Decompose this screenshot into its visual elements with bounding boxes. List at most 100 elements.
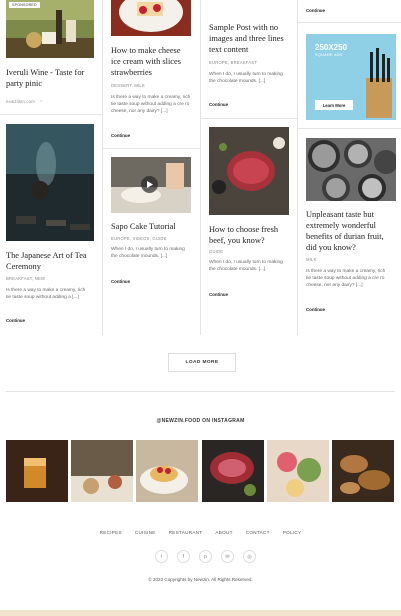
row-divider xyxy=(297,22,401,23)
footer-link-contact[interactable]: CONTACT xyxy=(246,530,270,535)
excerpt-line: cheese, nor any dairy? [...] xyxy=(306,283,363,288)
post-excerpt: When I do, I usually turn to making the … xyxy=(209,259,297,273)
post-meta[interactable]: DESSERT, MILK xyxy=(111,83,145,88)
excerpt-line: When I do, I usually turn to making xyxy=(111,247,185,252)
continue-link[interactable]: Continue xyxy=(6,318,25,323)
post-meta[interactable]: EUROPE, BREAKFAST xyxy=(209,60,257,65)
footer-link-restaurant[interactable]: RESTAURANT xyxy=(169,530,203,535)
post-title[interactable]: Iveruli Wine - Taste for party pinic xyxy=(6,67,100,89)
footer-nav: RECIPES CUISINE RESTAURANT ABOUT CONTACT… xyxy=(0,530,401,535)
instagram-photo[interactable] xyxy=(332,440,394,502)
tart-image xyxy=(136,440,198,502)
knife-block-image xyxy=(366,48,392,118)
post-title-line[interactable]: party pinic xyxy=(6,78,100,89)
continue-link[interactable]: Continue xyxy=(306,307,325,312)
post-title-line[interactable]: How to choose fresh xyxy=(209,224,295,235)
post-image-beef[interactable] xyxy=(209,127,289,215)
row-divider xyxy=(297,128,401,129)
post-title-line[interactable]: Ceremony xyxy=(6,261,100,272)
post-meta[interactable]: EUROPE, VIDEOS, GUIDE xyxy=(111,236,167,241)
instagram-photo[interactable] xyxy=(6,440,68,502)
excerpt-line: tie taste soup without adding a cre ro xyxy=(111,102,190,107)
wine-picnic-image xyxy=(6,0,94,58)
continue-link[interactable]: Continue xyxy=(209,102,228,107)
post-meta[interactable]: BREAKFAST, NEW xyxy=(6,276,45,281)
twitter-icon[interactable]: t xyxy=(155,550,168,563)
copyright: © 2022 Copyrights by Newzin. All Rights … xyxy=(148,577,253,582)
post-title-line[interactable]: How to make cheese xyxy=(111,45,197,56)
row-divider xyxy=(102,148,200,149)
instagram-photo[interactable] xyxy=(267,440,329,502)
post-title-line[interactable]: images and three lines xyxy=(209,33,295,44)
excerpt-line: tie taste soup without adding a cre ro xyxy=(306,276,385,281)
square-ad[interactable]: 250X250 SQUARE ADS Learn More xyxy=(306,34,396,120)
post-image-wine[interactable] xyxy=(6,0,94,58)
post-title-line[interactable]: did you know? xyxy=(306,242,398,253)
continue-link[interactable]: Continue xyxy=(111,279,130,284)
footer-bar xyxy=(0,610,401,616)
post-title[interactable]: Unpleasant taste but extremely wonderful… xyxy=(306,209,398,253)
ad-learn-more-button[interactable]: Learn More xyxy=(315,100,353,110)
excerpt-line: tie taste soup without adding a [...] xyxy=(6,295,79,300)
ad-sub-label: SQUARE ADS xyxy=(315,53,343,57)
column-divider xyxy=(297,0,298,335)
post-image-durian[interactable] xyxy=(306,138,396,201)
excerpt-line: Is there a way to make a creamy, rich xyxy=(306,269,386,274)
post-title-line[interactable]: ice cream with slices xyxy=(111,56,197,67)
post-title[interactable]: How to make cheese ice cream with slices… xyxy=(111,45,197,78)
post-title-line[interactable]: strawberries xyxy=(111,67,197,78)
post-title-line[interactable]: The Japanese Art of Tea xyxy=(6,250,100,261)
cocktail-image xyxy=(6,440,68,502)
post-excerpt: Is there a way to make a creamy, rich ti… xyxy=(111,94,199,115)
post-title-line[interactable]: text content xyxy=(209,44,295,55)
excerpt-line: the chocolate mounds. [...] xyxy=(209,79,266,84)
post-excerpt: When I do, I usually turn to making the … xyxy=(111,246,199,260)
post-image-tea[interactable] xyxy=(6,124,94,241)
footer-link-about[interactable]: ABOUT xyxy=(215,530,232,535)
footer-link-cuisine[interactable]: CUISINE xyxy=(135,530,156,535)
post-title-line[interactable]: Unpleasant taste but xyxy=(306,209,398,220)
row-divider xyxy=(0,114,102,115)
post-meta[interactable]: GUIDE xyxy=(209,249,223,254)
row-divider xyxy=(200,118,297,119)
instagram-photo[interactable] xyxy=(202,440,264,502)
pinterest-icon[interactable]: p xyxy=(199,550,212,563)
post-meta[interactable]: MILK xyxy=(306,257,317,262)
instagram-icon[interactable]: ◎ xyxy=(243,550,256,563)
continue-link[interactable]: Continue xyxy=(306,8,325,13)
post-title[interactable]: The Japanese Art of Tea Ceremony xyxy=(6,250,100,272)
durian-fruit-image xyxy=(306,138,396,201)
email-icon[interactable]: ✉ xyxy=(221,550,234,563)
instagram-photo[interactable] xyxy=(136,440,198,502)
section-divider xyxy=(6,391,395,392)
continue-link[interactable]: Continue xyxy=(209,292,228,297)
footer-link-policy[interactable]: POLICY xyxy=(283,530,302,535)
post-title[interactable]: How to choose fresh beef, you know? xyxy=(209,224,295,246)
social-links: t f p ✉ ◎ xyxy=(155,550,256,563)
instagram-photo[interactable] xyxy=(71,440,133,502)
post-image-cheese[interactable] xyxy=(111,0,191,36)
excerpt-line: Is there a way to make a creamy, rich xyxy=(6,288,86,293)
post-title-line[interactable]: Iveruli Wine - Taste for xyxy=(6,67,100,78)
facebook-icon[interactable]: f xyxy=(177,550,190,563)
load-more-button[interactable]: LOAD MORE xyxy=(168,353,236,372)
post-title[interactable]: Sample Post with no images and three lin… xyxy=(209,22,295,55)
post-title-line[interactable]: extremely wonderful xyxy=(306,220,398,231)
post-title-line[interactable]: beef, you know? xyxy=(209,235,295,246)
continue-link[interactable]: Continue xyxy=(111,133,130,138)
tea-ceremony-image xyxy=(6,124,94,241)
column-divider xyxy=(102,0,103,335)
play-icon[interactable] xyxy=(141,176,158,193)
post-meta: newzlistn.com xyxy=(6,99,35,104)
excerpt-line: cheese, nor any dairy? [...] xyxy=(111,109,168,114)
comment-icon: ○ xyxy=(40,98,43,103)
post-title-line[interactable]: benefits of durian fruit, xyxy=(306,231,398,242)
salad-image xyxy=(267,440,329,502)
meat-image xyxy=(202,440,264,502)
dining-image xyxy=(71,440,133,502)
post-title[interactable]: Sapo Cake Tutorial xyxy=(111,221,197,232)
footer-link-recipes[interactable]: RECIPES xyxy=(100,530,122,535)
excerpt-line: When I do, I usually turn to making xyxy=(209,72,283,77)
cheese-ice-cream-image xyxy=(111,0,191,36)
post-title-line[interactable]: Sample Post with no xyxy=(209,22,295,33)
